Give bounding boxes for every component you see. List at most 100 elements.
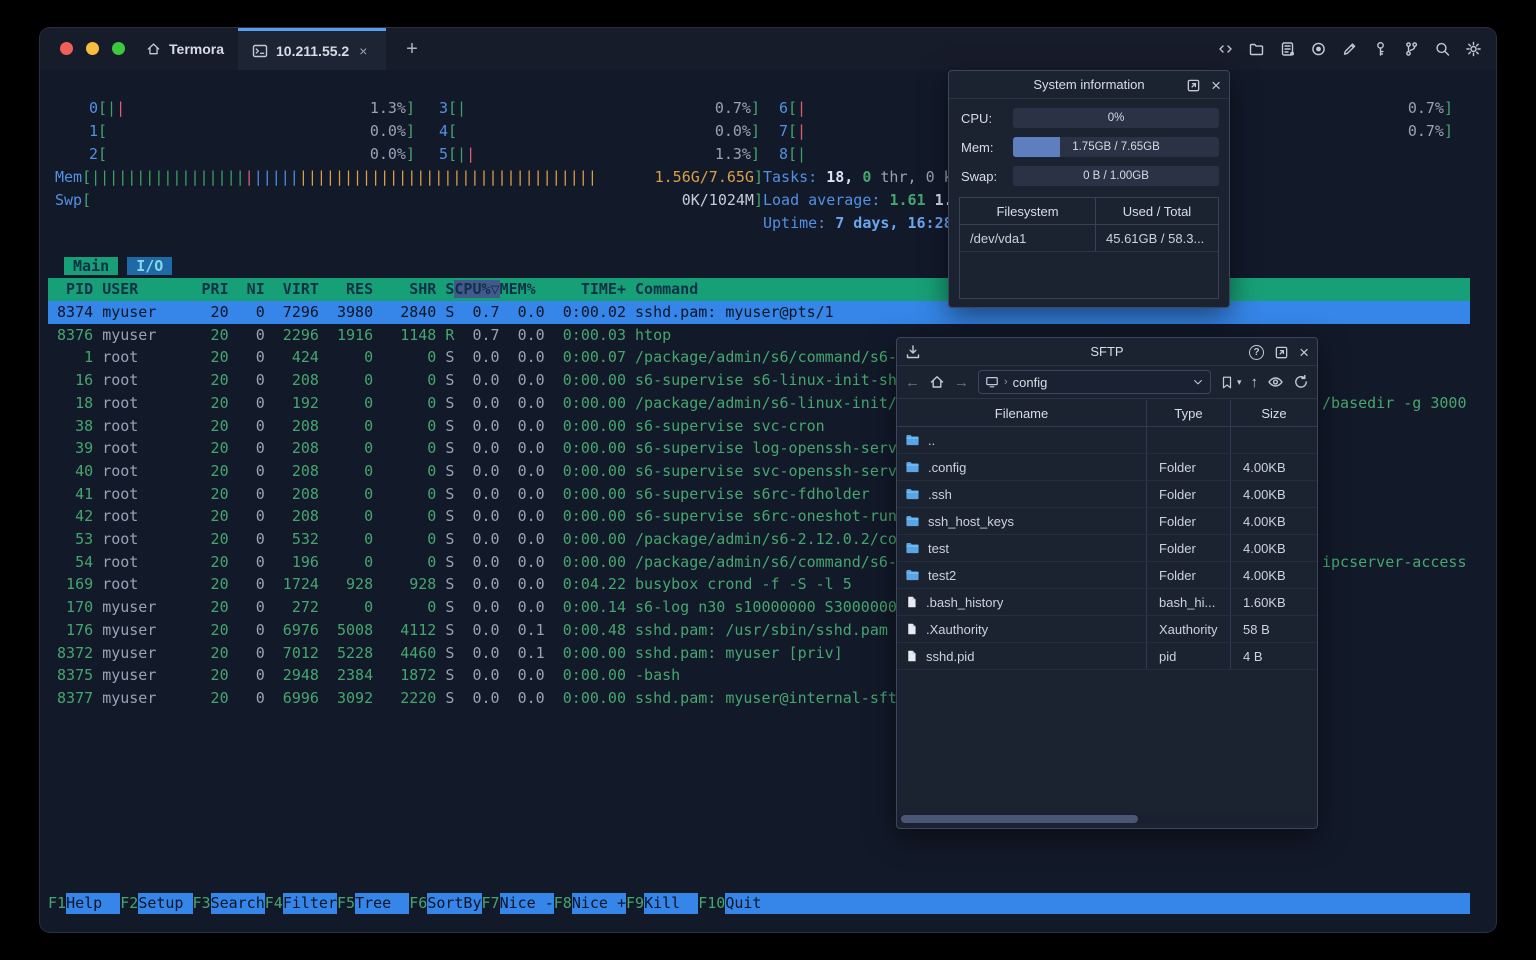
fkey-f7[interactable]: F7: [482, 893, 500, 914]
edit-icon[interactable]: [1341, 41, 1358, 57]
folder-icon[interactable]: [1248, 41, 1265, 57]
fkey-f5[interactable]: F5: [337, 893, 355, 914]
col-header-mem[interactable]: MEM%: [500, 280, 545, 298]
fkey-label[interactable]: Nice -: [499, 893, 554, 914]
file-row[interactable]: .config Folder 4.00KB: [897, 454, 1317, 481]
file-row[interactable]: ssh_host_keys Folder 4.00KB: [897, 508, 1317, 535]
col-header-ni[interactable]: NI: [229, 280, 265, 298]
filename-col-header[interactable]: Filename: [897, 400, 1147, 426]
fkey-f10[interactable]: F10: [698, 893, 725, 914]
filesystem-col-header[interactable]: Filesystem: [960, 198, 1096, 224]
process-row[interactable]: 8374 myuser 20 0 7296 3980 2840 S 0.7 0.…: [48, 301, 1470, 324]
swap-meter[interactable]: Swp[0K/1024M]: [55, 189, 763, 212]
log-icon[interactable]: [1279, 41, 1296, 57]
bookmark-icon[interactable]: [1220, 375, 1234, 390]
fkey-label[interactable]: Quit: [725, 893, 780, 914]
open-in-window-icon[interactable]: [1274, 345, 1289, 360]
branch-icon[interactable]: [1403, 41, 1420, 57]
cpu-meter[interactable]: 2[0.0%]: [58, 143, 415, 166]
file-size-cell: 4 B: [1243, 648, 1263, 664]
file-row[interactable]: test Folder 4.00KB: [897, 535, 1317, 562]
search-icon[interactable]: [1434, 41, 1451, 57]
code-icon[interactable]: [1217, 41, 1234, 57]
file-row[interactable]: .bash_history bash_hi... 1.60KB: [897, 589, 1317, 616]
forward-icon[interactable]: →: [954, 374, 969, 391]
horizontal-scrollbar[interactable]: [899, 813, 1315, 825]
tab-main[interactable]: Main: [64, 257, 119, 275]
file-name: test2: [928, 567, 957, 583]
show-hidden-eye-icon[interactable]: [1267, 374, 1284, 390]
tab-io[interactable]: I/O: [127, 257, 173, 275]
open-in-window-icon[interactable]: [1186, 78, 1201, 93]
col-header-user[interactable]: USER: [102, 280, 192, 298]
file-name-cell: .config: [897, 454, 1147, 480]
fkey-f3[interactable]: F3: [193, 893, 211, 914]
size-col-header[interactable]: Size: [1231, 400, 1317, 426]
type-col-header[interactable]: Type: [1147, 400, 1231, 426]
fkey-f9[interactable]: F9: [626, 893, 644, 914]
scrollbar-thumb[interactable]: [901, 815, 1139, 823]
close-window-button[interactable]: [60, 42, 73, 55]
file-row[interactable]: .ssh Folder 4.00KB: [897, 481, 1317, 508]
fkey-f1[interactable]: F1: [48, 893, 66, 914]
download-icon[interactable]: [905, 344, 921, 360]
chevron-down-icon[interactable]: [1192, 376, 1204, 388]
fkey-label[interactable]: SortBy: [427, 893, 482, 914]
tab-close-icon[interactable]: ×: [359, 43, 367, 59]
help-icon[interactable]: ?: [1249, 344, 1265, 360]
fkey-label[interactable]: Tree: [355, 893, 410, 914]
fkey-f2[interactable]: F2: [120, 893, 138, 914]
fkey-label[interactable]: Setup: [138, 893, 193, 914]
settings-icon[interactable]: [1465, 41, 1482, 57]
zoom-window-button[interactable]: [112, 42, 125, 55]
close-icon[interactable]: ×: [1299, 344, 1309, 361]
col-header-cpu[interactable]: CPU%▽: [454, 280, 500, 298]
refresh-icon[interactable]: [1293, 374, 1309, 390]
close-icon[interactable]: ×: [1211, 77, 1221, 94]
path-combobox[interactable]: › config: [978, 370, 1211, 394]
file-row[interactable]: sshd.pid pid 4 B: [897, 643, 1317, 670]
traffic-lights: [60, 42, 125, 55]
tab-host[interactable]: 10.211.55.2 ×: [238, 28, 386, 70]
file-type-cell: pid: [1147, 643, 1231, 669]
fkey-label[interactable]: Kill: [644, 893, 699, 914]
file-row[interactable]: ..: [897, 427, 1317, 454]
memory-meter[interactable]: Mem[||||||||||||||||| | ||||| |||||||||||||…: [55, 166, 763, 189]
col-header-pri[interactable]: PRI: [193, 280, 229, 298]
file-name-cell: .bash_history: [897, 589, 1147, 615]
bookmark-caret-icon[interactable]: ▾: [1237, 377, 1242, 388]
col-header-shr[interactable]: SHR: [373, 280, 436, 298]
fkey-label[interactable]: Nice +: [571, 893, 626, 914]
cpu-meter[interactable]: 0[| | 1.3%]: [58, 97, 415, 120]
fkey-f6[interactable]: F6: [409, 893, 427, 914]
col-header-time[interactable]: TIME+: [545, 280, 626, 298]
fkey-label[interactable]: Filter: [282, 893, 337, 914]
key-icon[interactable]: [1372, 41, 1389, 57]
file-table: Filename Type Size .. .config Folder 4.00KB…: [897, 400, 1317, 808]
col-header-cmd[interactable]: Command: [626, 280, 698, 298]
col-header-virt[interactable]: VIRT: [265, 280, 319, 298]
new-tab-button[interactable]: +: [392, 28, 432, 70]
cpu-meter[interactable]: 4[0.0%]: [408, 120, 760, 143]
home-icon[interactable]: [929, 374, 945, 390]
file-row[interactable]: test2 Folder 4.00KB: [897, 562, 1317, 589]
col-header-res[interactable]: RES: [319, 280, 373, 298]
fkey-f4[interactable]: F4: [265, 893, 283, 914]
cpu-meter[interactable]: 5[| | 1.3%]: [408, 143, 760, 166]
minimize-window-button[interactable]: [86, 42, 99, 55]
col-header-s[interactable]: S: [436, 280, 454, 298]
cpu-meter[interactable]: 1[0.0%]: [58, 120, 415, 143]
col-header-pid[interactable]: PID: [48, 280, 93, 298]
upload-icon[interactable]: ↑: [1251, 374, 1259, 391]
file-row[interactable]: .Xauthority Xauthority 58 B: [897, 616, 1317, 643]
used-total-col-header[interactable]: Used / Total: [1096, 198, 1218, 224]
tab-termora[interactable]: Termora: [132, 28, 238, 70]
filesystem-row[interactable]: /dev/vda1 45.61GB / 58.3...: [960, 225, 1218, 252]
record-icon[interactable]: [1310, 41, 1327, 57]
fkey-label[interactable]: Search: [210, 893, 265, 914]
sysinfo-title: System information: [1033, 77, 1145, 92]
fkey-label[interactable]: Help: [66, 893, 121, 914]
back-icon[interactable]: ←: [905, 374, 920, 391]
cpu-meter[interactable]: 3[| 0.7%]: [408, 97, 760, 120]
fkey-f8[interactable]: F8: [554, 893, 572, 914]
